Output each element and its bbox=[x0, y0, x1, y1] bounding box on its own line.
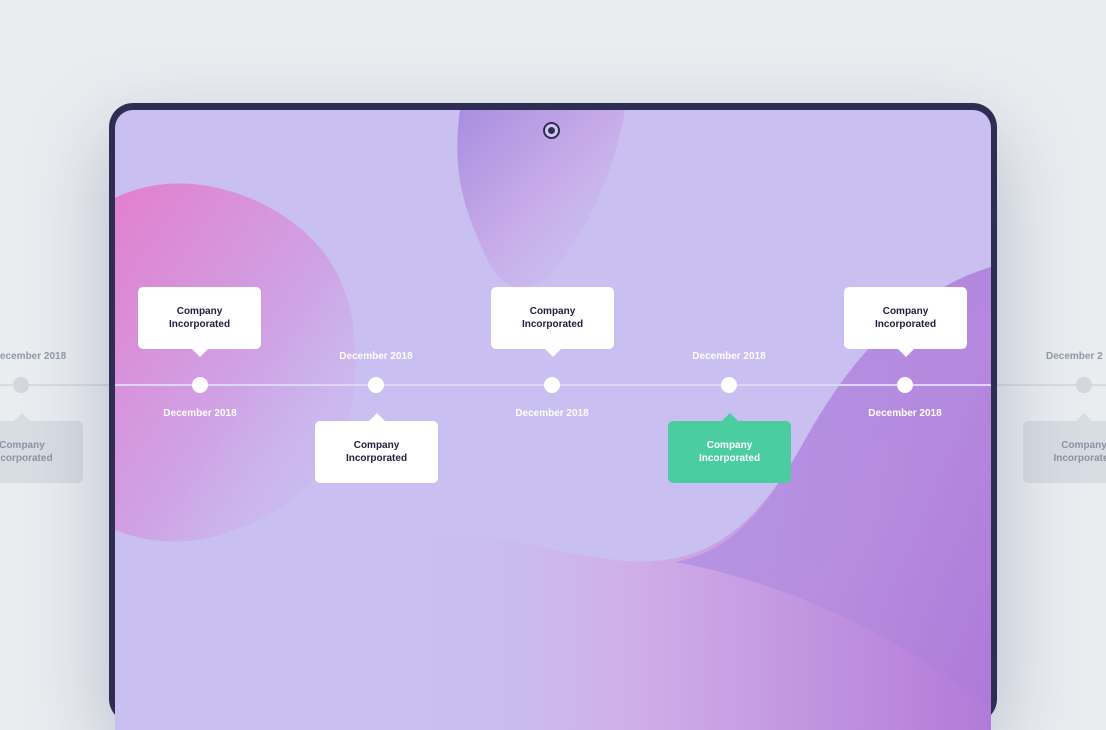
tablet-device: Company Incorporated December 2018 Decem… bbox=[109, 103, 997, 730]
ghost-event-title-left: Company Incorporated bbox=[0, 440, 53, 464]
event-dot-3[interactable] bbox=[544, 377, 560, 393]
ghost-event-dot-left bbox=[13, 377, 29, 393]
event-dot-5[interactable] bbox=[897, 377, 913, 393]
event-date-4: December 2018 bbox=[692, 351, 766, 362]
event-title-2: Company Incorporated bbox=[345, 440, 408, 464]
event-dot-1[interactable] bbox=[192, 377, 208, 393]
tablet-screen: Company Incorporated December 2018 Decem… bbox=[115, 110, 991, 730]
background-blobs bbox=[115, 110, 991, 730]
event-card-3[interactable]: Company Incorporated bbox=[491, 287, 614, 357]
event-title-5: Company Incorporated bbox=[874, 306, 937, 330]
event-card-4-active[interactable]: Company Incorporated bbox=[668, 413, 791, 483]
ghost-event-date-left: ecember 2018 bbox=[0, 351, 67, 362]
ghost-event-title-right: Company Incorporated bbox=[1053, 440, 1106, 464]
event-card-2[interactable]: Company Incorporated bbox=[315, 413, 438, 483]
event-date-3: December 2018 bbox=[515, 408, 589, 419]
event-date-5: December 2018 bbox=[868, 408, 942, 419]
ghost-event-date-right: December 2 bbox=[1046, 351, 1103, 362]
event-date-1: December 2018 bbox=[163, 408, 237, 419]
event-dot-4[interactable] bbox=[721, 377, 737, 393]
ghost-event-dot-right bbox=[1076, 377, 1092, 393]
event-title-1: Company Incorporated bbox=[168, 306, 231, 330]
event-dot-2[interactable] bbox=[368, 377, 384, 393]
event-title-4: Company Incorporated bbox=[698, 440, 761, 464]
event-date-2: December 2018 bbox=[339, 351, 413, 362]
ghost-event-card-right: Company Incorporated bbox=[1023, 413, 1106, 483]
camera-icon bbox=[543, 122, 560, 139]
event-card-1[interactable]: Company Incorporated bbox=[138, 287, 261, 357]
event-title-3: Company Incorporated bbox=[521, 306, 584, 330]
event-card-5[interactable]: Company Incorporated bbox=[844, 287, 967, 357]
ghost-event-card-left: Company Incorporated bbox=[0, 413, 83, 483]
